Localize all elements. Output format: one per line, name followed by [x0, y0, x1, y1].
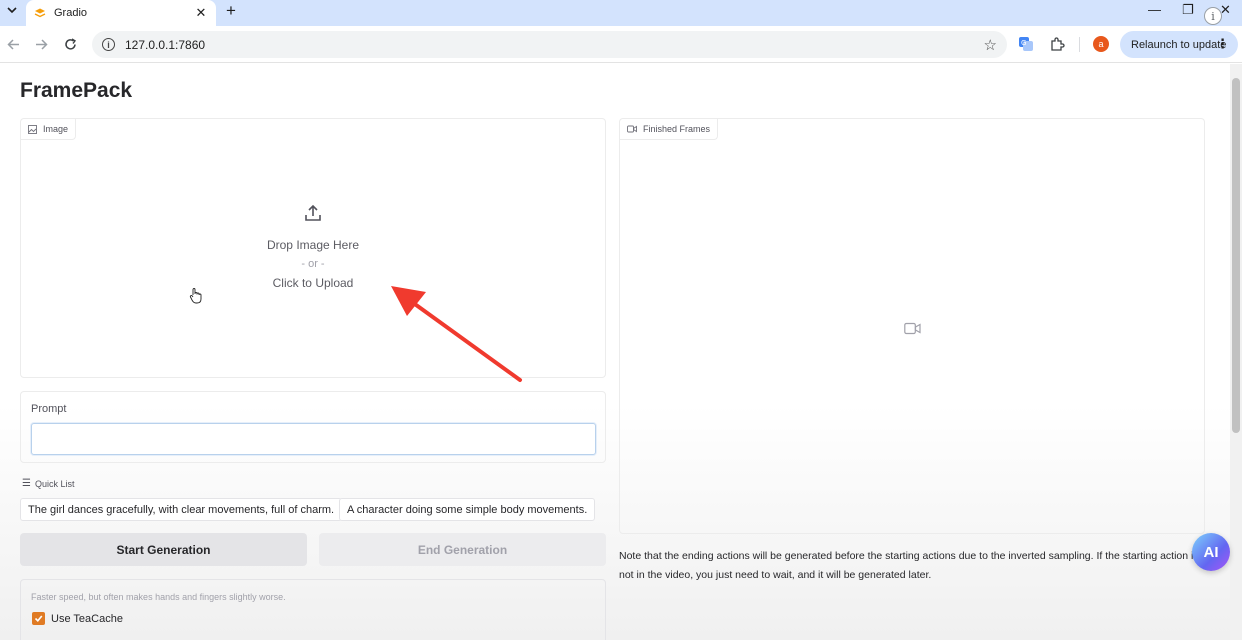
- hand-cursor-icon: [189, 288, 202, 304]
- annotation-arrow: [391, 286, 522, 382]
- overlay-logo-badge: AI: [1192, 533, 1230, 571]
